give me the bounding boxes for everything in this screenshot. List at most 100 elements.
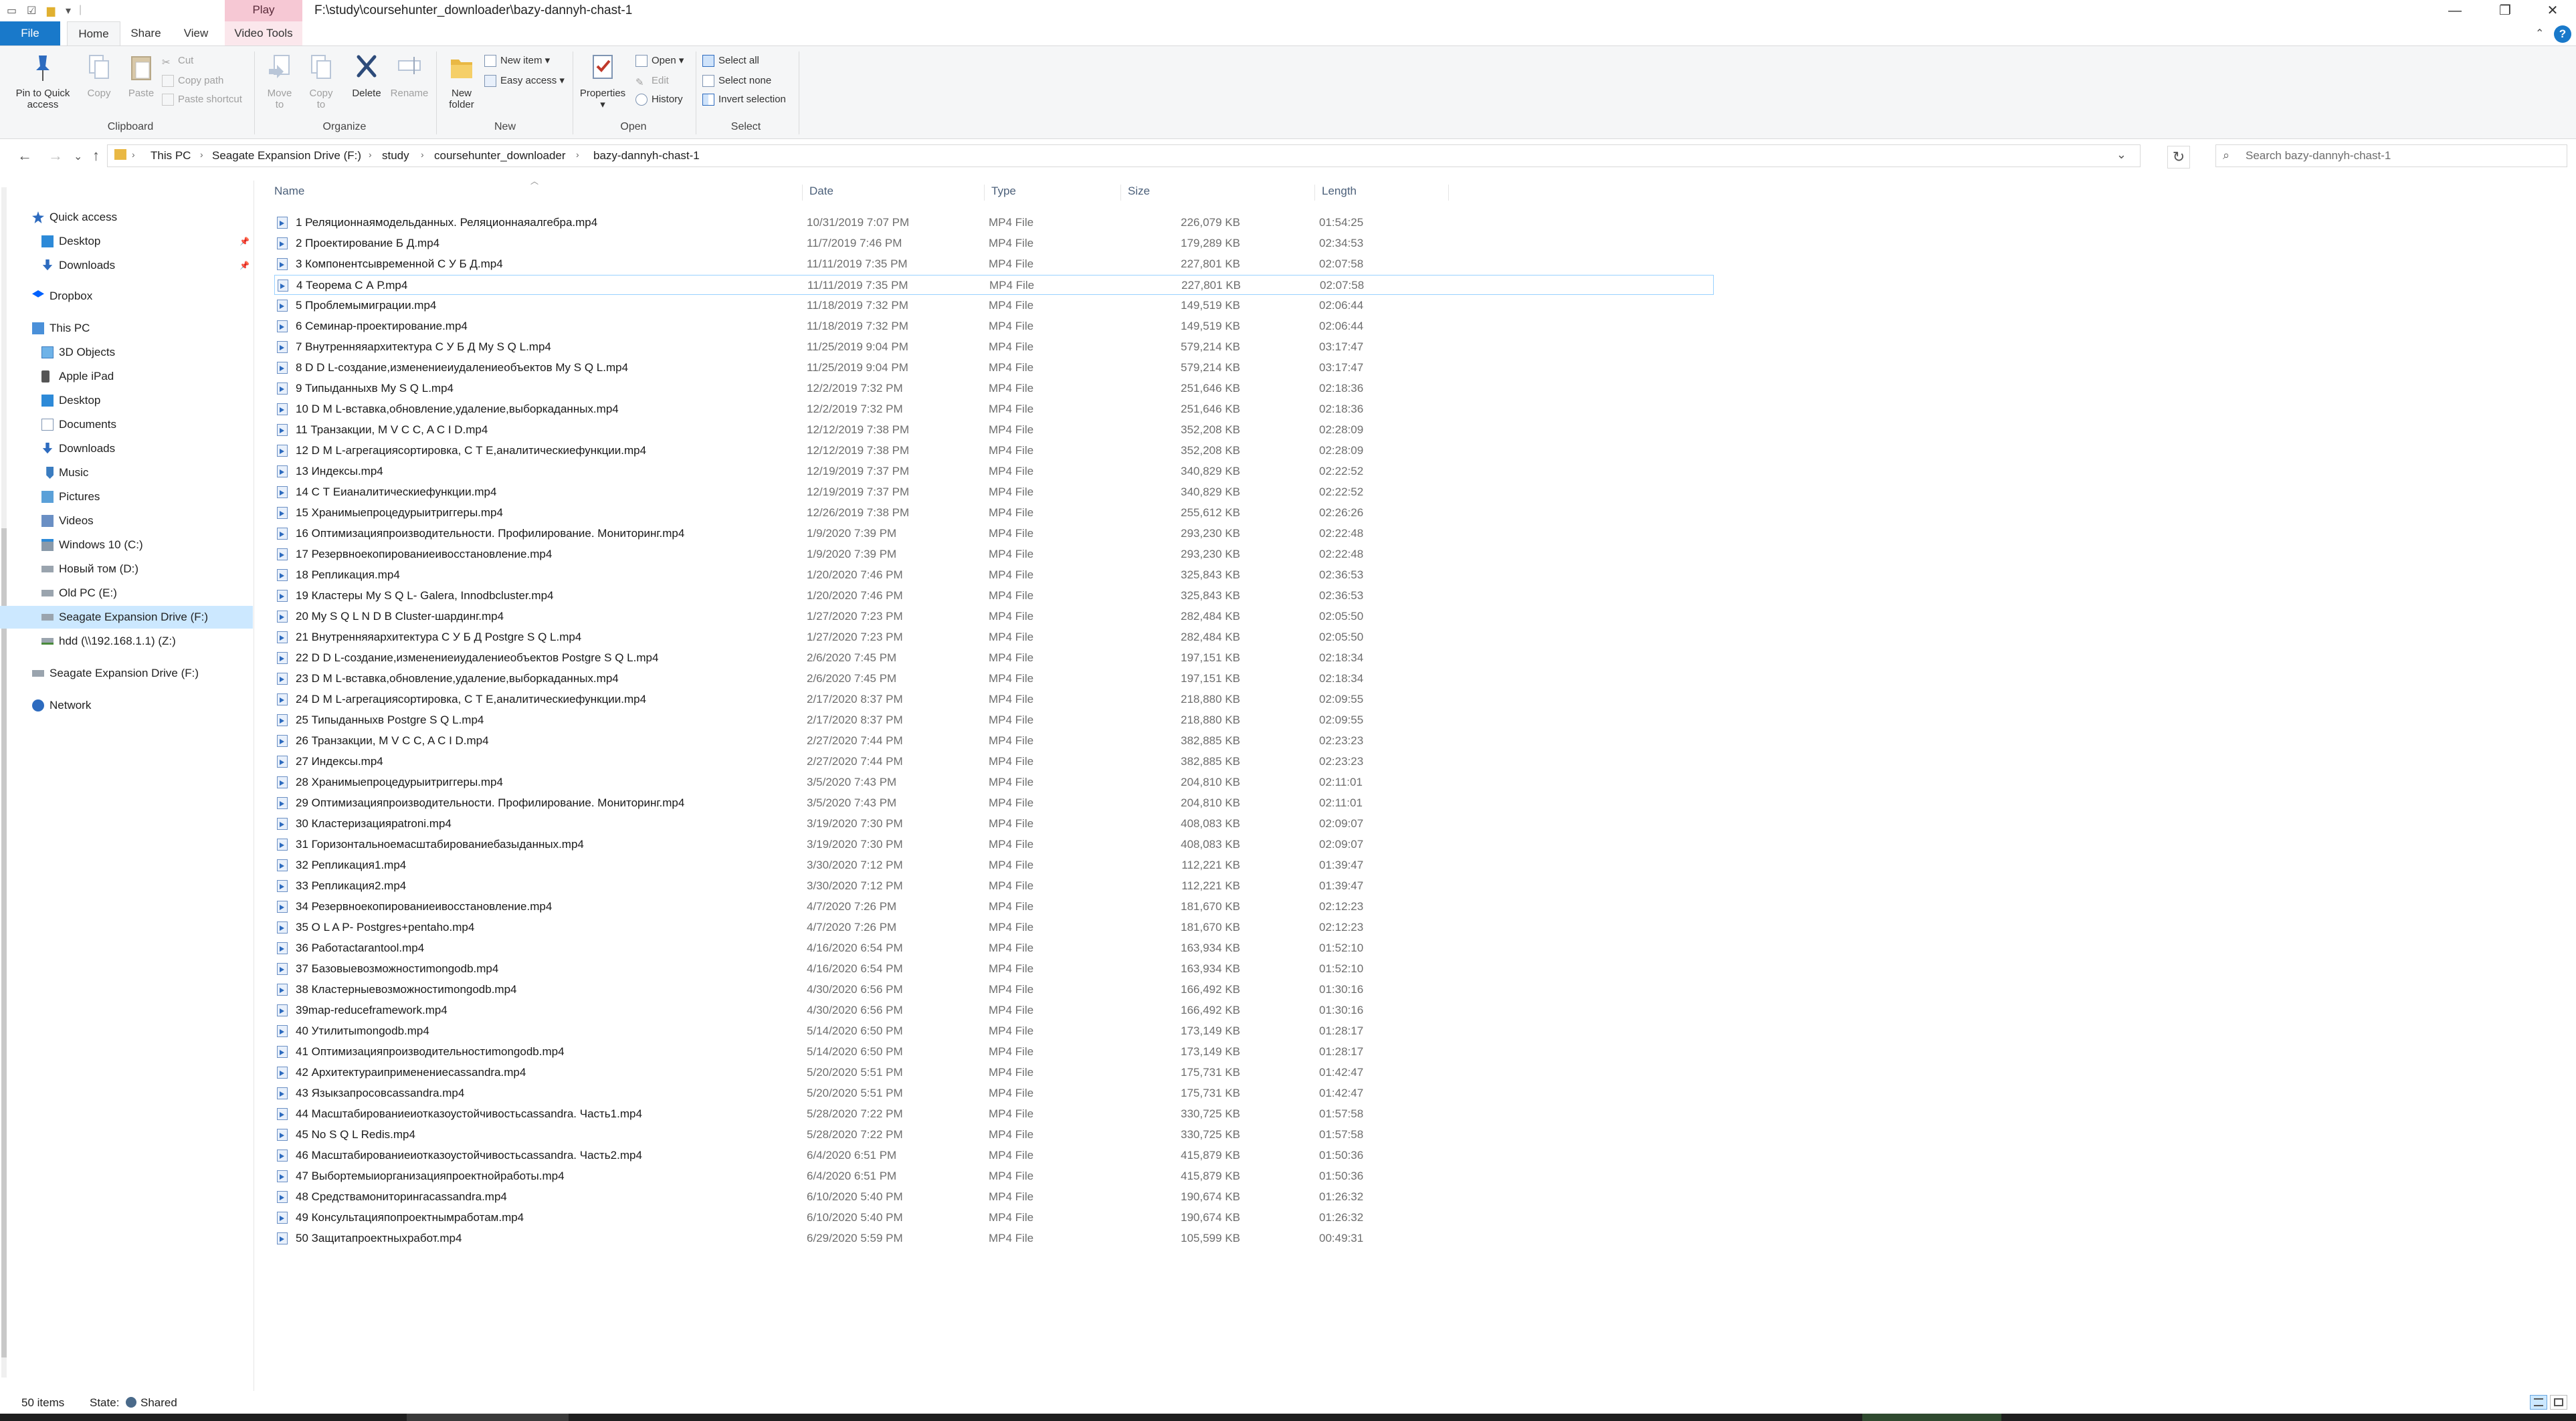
large-icons-view-button[interactable]: [2550, 1395, 2567, 1410]
file-row[interactable]: 41 Оптимизацияпроизводительностиmongodb.…: [274, 1042, 1714, 1062]
nav-item-windows-10-c[interactable]: Windows 10 (C:): [0, 534, 253, 556]
nav-item-music[interactable]: Music: [0, 461, 253, 484]
taskbar-item[interactable]: [407, 1414, 569, 1421]
file-row[interactable]: 8 D D L-создание,изменениеиудалениеобъек…: [274, 358, 1714, 378]
breadcrumb-chevron-icon[interactable]: ›: [200, 149, 203, 160]
delete-button[interactable]: Delete: [346, 51, 387, 99]
move-to-button[interactable]: Move to: [260, 51, 300, 110]
taskbar-item[interactable]: [1862, 1414, 2001, 1421]
file-row[interactable]: 35 O L A P- Postgres+pentaho.mp4 4/7/2020…: [274, 917, 1714, 938]
column-header-size[interactable]: Size: [1121, 185, 1315, 201]
properties-button[interactable]: Properties ▾: [577, 51, 629, 110]
edit-button[interactable]: ✎ Edit: [635, 73, 669, 89]
quick-access-toolbar-dropdown-icon[interactable]: ▾: [66, 4, 71, 17]
minimize-button[interactable]: —: [2432, 0, 2478, 21]
file-list[interactable]: ︿ Name Date Type Size Length 1 Реляционн…: [268, 177, 2576, 1391]
breadcrumb-chevron-icon[interactable]: ›: [421, 149, 424, 160]
file-row[interactable]: 17 Резервноекопированиеивосстановление.m…: [274, 544, 1714, 564]
nav-item-apple-ipad[interactable]: Apple iPad: [0, 365, 253, 388]
nav-item-desktop[interactable]: Desktop 📌: [0, 230, 253, 253]
file-row[interactable]: 12 D M L-агрегациясортировка, С Т Е,анал…: [274, 441, 1714, 461]
file-row[interactable]: 43 Языкзапросовcassandra.mp4 5/20/2020 5:…: [274, 1083, 1714, 1103]
file-row[interactable]: 37 Базовыевозможностиmongodb.mp4 4/16/202…: [274, 959, 1714, 979]
copy-path-button[interactable]: Copy path: [162, 73, 223, 89]
breadcrumb-chevron-icon[interactable]: ›: [369, 149, 372, 160]
address-dropdown-icon[interactable]: ⌄: [2116, 148, 2126, 162]
breadcrumb-study[interactable]: study: [382, 149, 409, 162]
file-row[interactable]: 38 Кластерныевозможностиmongodb.mp4 4/30/…: [274, 980, 1714, 1000]
search-box[interactable]: ⌕: [2215, 144, 2567, 167]
file-row[interactable]: 24 D M L-агрегациясортировка, С Т Е,анал…: [274, 689, 1714, 709]
breadcrumb-current-folder[interactable]: bazy-dannyh-chast-1: [593, 149, 700, 162]
nav-item-videos[interactable]: Videos: [0, 510, 253, 532]
file-row[interactable]: 6 Семинар-проектирование.mp4 11/18/2019 7…: [274, 316, 1714, 336]
open-button[interactable]: Open ▾: [635, 53, 684, 69]
breadcrumb-coursehunter[interactable]: coursehunter_downloader: [434, 149, 566, 162]
file-row[interactable]: 19 Кластеры My S Q L- Galera, Innodbclus…: [274, 586, 1714, 606]
file-row[interactable]: 9 Типыданныхв My S Q L.mp4 12/2/2019 7:32…: [274, 378, 1714, 399]
file-row[interactable]: 46 Масштабированиеиотказоустойчивостьcas…: [274, 1145, 1714, 1166]
tab-view[interactable]: View: [175, 21, 217, 45]
file-row[interactable]: 3 Компонентсывременной С У Б Д.mp4 11/11/…: [274, 254, 1714, 274]
file-row[interactable]: 4 Теорема С А Р.mp4 11/11/2019 7:35 PM MP4…: [274, 275, 1714, 295]
search-input[interactable]: [2246, 148, 2560, 164]
address-bar[interactable]: › This PC › Seagate Expansion Drive (F:)…: [107, 144, 2141, 167]
file-row[interactable]: 15 Хранимыепроцедурыитриггеры.mp4 12/26/2…: [274, 503, 1714, 523]
nav-item-hdd-192-168-1-1-z[interactable]: hdd (\\192.168.1.1) (Z:): [0, 630, 253, 653]
file-row[interactable]: 2 Проектирование Б Д.mp4 11/7/2019 7:46 P…: [274, 233, 1714, 253]
file-row[interactable]: 31 Горизонтальноемасштабированиебазыданн…: [274, 835, 1714, 855]
file-row[interactable]: 5 Проблемымиграции.mp4 11/18/2019 7:32 PM…: [274, 296, 1714, 316]
paste-button[interactable]: Paste: [118, 51, 165, 99]
history-button[interactable]: History: [635, 92, 683, 108]
forward-arrow-icon[interactable]: →: [48, 147, 63, 165]
file-row[interactable]: 27 Индексы.mp4 2/27/2020 7:44 PM MP4 File 3…: [274, 752, 1714, 772]
file-row[interactable]: 30 Кластеризацияpatroni.mp4 3/19/2020 7:3…: [274, 814, 1714, 834]
select-all-button[interactable]: Select all: [702, 53, 759, 69]
help-icon[interactable]: ?: [2554, 25, 2571, 43]
back-arrow-icon[interactable]: ←: [17, 147, 32, 165]
file-row[interactable]: 11 Транзакции, M V C C, A C I D.mp4 12/12…: [274, 420, 1714, 440]
nav-item-downloads[interactable]: Downloads: [0, 437, 253, 460]
refresh-button[interactable]: ↻: [2167, 146, 2190, 169]
nav-item-seagate-expansion-drive-f[interactable]: Seagate Expansion Drive (F:): [0, 662, 253, 685]
explorer-app-icon[interactable]: ▭: [7, 4, 17, 17]
details-view-button[interactable]: [2530, 1395, 2547, 1410]
breadcrumb-chevron-icon[interactable]: ›: [576, 149, 579, 160]
file-row[interactable]: 10 D M L-вставка,обновление,удаление,выб…: [274, 399, 1714, 419]
nav-item-documents[interactable]: Documents: [0, 413, 253, 436]
up-arrow-icon[interactable]: ↑: [92, 147, 100, 165]
file-row[interactable]: 13 Индексы.mp4 12/19/2019 7:37 PM MP4 File…: [274, 461, 1714, 481]
nav-item-seagate-expansion-drive-f[interactable]: Seagate Expansion Drive (F:): [0, 606, 253, 629]
copy-to-button[interactable]: Copy to: [301, 51, 341, 110]
tab-video-tools[interactable]: Video Tools: [225, 21, 302, 45]
file-row[interactable]: 25 Типыданныхв Postgre S Q L.mp4 2/17/202…: [274, 710, 1714, 730]
paste-shortcut-button[interactable]: Paste shortcut: [162, 92, 242, 108]
file-row[interactable]: 44 Масштабированиеиотказоустойчивостьcas…: [274, 1104, 1714, 1124]
pin-icon[interactable]: 📌: [239, 254, 250, 277]
nav-item-новый-том-d[interactable]: Новый том (D:): [0, 558, 253, 580]
file-row[interactable]: 34 Резервноекопированиеивосстановление.m…: [274, 897, 1714, 917]
column-header-date[interactable]: Date: [803, 185, 985, 201]
file-row[interactable]: 1 Реляционнаямодельданных. Реляционнаяал…: [274, 213, 1714, 233]
recent-locations-chevron-icon[interactable]: ⌄: [74, 150, 82, 163]
file-row[interactable]: 14 С Т Еианалитическиефункции.mp4 12/19/2…: [274, 482, 1714, 502]
contextual-tab-play[interactable]: Play: [225, 0, 302, 21]
breadcrumb-drive[interactable]: Seagate Expansion Drive (F:): [212, 149, 361, 162]
file-row[interactable]: 29 Оптимизацияпроизводительности. Профил…: [274, 793, 1714, 813]
file-row[interactable]: 21 Внутренняяархитектура С У Б Д Postgre…: [274, 627, 1714, 647]
nav-item-downloads[interactable]: Downloads 📌: [0, 254, 253, 277]
file-row[interactable]: 48 Средствамониторингаcassandra.mp4 6/10/…: [274, 1187, 1714, 1207]
properties-quick-icon[interactable]: ☑: [27, 4, 36, 17]
nav-item-this-pc[interactable]: This PC: [0, 317, 253, 340]
file-row[interactable]: 42 Архитектураиприменениеcassandra.mp4 5/…: [274, 1063, 1714, 1083]
file-row[interactable]: 36 Работасtarantool.mp4 4/16/2020 6:54 PM…: [274, 938, 1714, 958]
new-item-button[interactable]: New item ▾: [484, 53, 550, 69]
file-row[interactable]: 28 Хранимыепроцедурыитриггеры.mp4 3/5/202…: [274, 772, 1714, 792]
select-none-button[interactable]: Select none: [702, 73, 771, 89]
file-row[interactable]: 45 No S Q L Redis.mp4 5/28/2020 7:22 PM MP…: [274, 1125, 1714, 1145]
file-row[interactable]: 49 Консультацияпопроектнымработам.mp4 6/1…: [274, 1208, 1714, 1228]
nav-item-desktop[interactable]: Desktop: [0, 389, 253, 412]
new-folder-quick-icon[interactable]: ▆: [47, 4, 55, 17]
nav-item-dropbox[interactable]: Dropbox: [0, 285, 253, 308]
column-header-name[interactable]: Name: [268, 185, 803, 201]
